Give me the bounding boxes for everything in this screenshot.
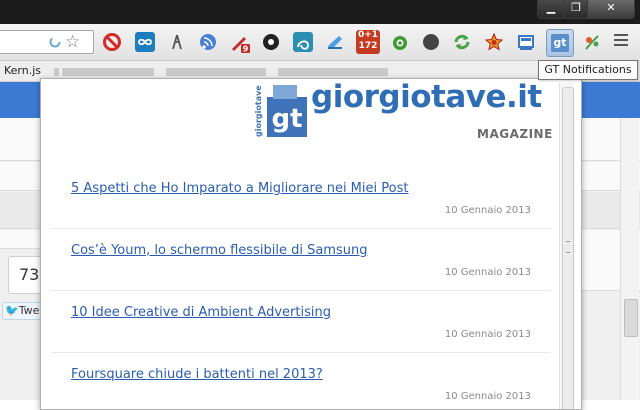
popup-scrollbar-thumb[interactable]	[562, 87, 574, 409]
news-item: Cos’è Youm, lo schermo flessibile di Sam…	[51, 229, 551, 291]
news-date: 10 Gennaio 2013	[444, 329, 531, 340]
tweet-label: Twe	[18, 304, 40, 317]
minimize-icon: ▁	[546, 1, 556, 14]
rocket-icon[interactable]: 9	[229, 32, 250, 54]
page-row	[0, 230, 40, 249]
news-title-link[interactable]: 5 Aspetti che Ho Imparato a Migliorare n…	[71, 181, 408, 196]
restore-icon: ❐	[571, 1, 581, 14]
browser-toolbar: ☆ 9 0+1 172 gt	[0, 24, 640, 61]
bookmark-kern[interactable]: Kern.js	[4, 64, 41, 77]
feed-icon[interactable]	[198, 32, 218, 52]
close-icon: ✕	[606, 1, 616, 14]
android-icon[interactable]	[390, 32, 410, 52]
gt-icon[interactable]: gt	[546, 29, 574, 57]
news-date: 10 Gennaio 2013	[444, 267, 531, 278]
address-bar[interactable]: ☆	[0, 30, 94, 54]
extension-tooltip: GT Notifications	[538, 60, 638, 80]
page-row	[0, 162, 40, 191]
star-badge-icon[interactable]	[484, 32, 504, 52]
news-item: 5 Aspetti che Ho Imparato a Migliorare n…	[51, 167, 551, 229]
site-title[interactable]: giorgiotave.it	[311, 79, 542, 115]
bookmark-item[interactable]	[166, 68, 266, 76]
news-date: 10 Gennaio 2013	[444, 205, 531, 216]
plant-icon[interactable]	[582, 32, 602, 52]
news-date: 10 Gennaio 2013	[444, 391, 531, 402]
bookmark-star-icon[interactable]: ☆	[65, 32, 80, 52]
news-item: 10 Idee Creative di Ambient Advertising …	[51, 291, 551, 353]
minimize-button[interactable]: ▁	[537, 0, 565, 19]
block-icon[interactable]	[102, 32, 122, 52]
svg-text:9: 9	[243, 45, 249, 54]
tweet-button[interactable]: 🐦Twe	[2, 302, 44, 320]
circle-icon[interactable]	[421, 32, 441, 52]
popup-scrollbar[interactable]	[559, 83, 574, 409]
close-button[interactable]: ✕	[587, 0, 635, 19]
popup-header: gt giorgiotave giorgiotave.it MAGAZINE	[41, 79, 561, 149]
page-row	[0, 118, 40, 161]
bookmark-item[interactable]	[62, 68, 154, 76]
screen-icon[interactable]	[325, 32, 345, 52]
loading-spinner-icon	[49, 36, 61, 48]
news-title-link[interactable]: 10 Idee Creative di Ambient Advertising	[71, 305, 331, 320]
twitter-bird-icon: 🐦	[5, 304, 19, 317]
counter-icon[interactable]: 0+1 172	[356, 30, 380, 54]
swirl-icon[interactable]	[293, 32, 313, 52]
window-icon[interactable]	[516, 32, 536, 52]
bookmark-item[interactable]	[278, 68, 388, 76]
refresh-icon[interactable]	[452, 32, 472, 52]
restore-button[interactable]: ❐	[563, 0, 589, 19]
gt-notifications-popup: gt giorgiotave giorgiotave.it MAGAZINE 5…	[40, 78, 582, 410]
news-list: 5 Aspetti che Ho Imparato a Migliorare n…	[51, 167, 551, 409]
logo-vertical-text: giorgiotave	[254, 85, 263, 137]
scrollbar-grip	[566, 241, 570, 253]
infinity-icon[interactable]	[135, 32, 155, 52]
gear-icon[interactable]	[261, 32, 281, 52]
logo[interactable]: gt giorgiotave	[253, 83, 309, 139]
news-item: Foursquare chiude i battenti nel 2013? 1…	[51, 353, 551, 409]
bookmark-favicon	[54, 68, 59, 76]
page-scrollbar-thumb[interactable]	[624, 299, 638, 337]
page-scrollbar[interactable]	[620, 118, 639, 400]
menu-icon[interactable]	[614, 34, 628, 48]
logo-mark: gt	[271, 104, 302, 134]
page-row	[0, 192, 40, 229]
news-title-link[interactable]: Foursquare chiude i battenti nel 2013?	[71, 367, 323, 382]
window-titlebar: ▁ ❐ ✕	[0, 0, 640, 24]
site-tagline: MAGAZINE	[477, 127, 553, 141]
news-title-link[interactable]: Cos’è Youm, lo schermo flessibile di Sam…	[71, 243, 367, 258]
branch-icon[interactable]	[167, 32, 187, 52]
